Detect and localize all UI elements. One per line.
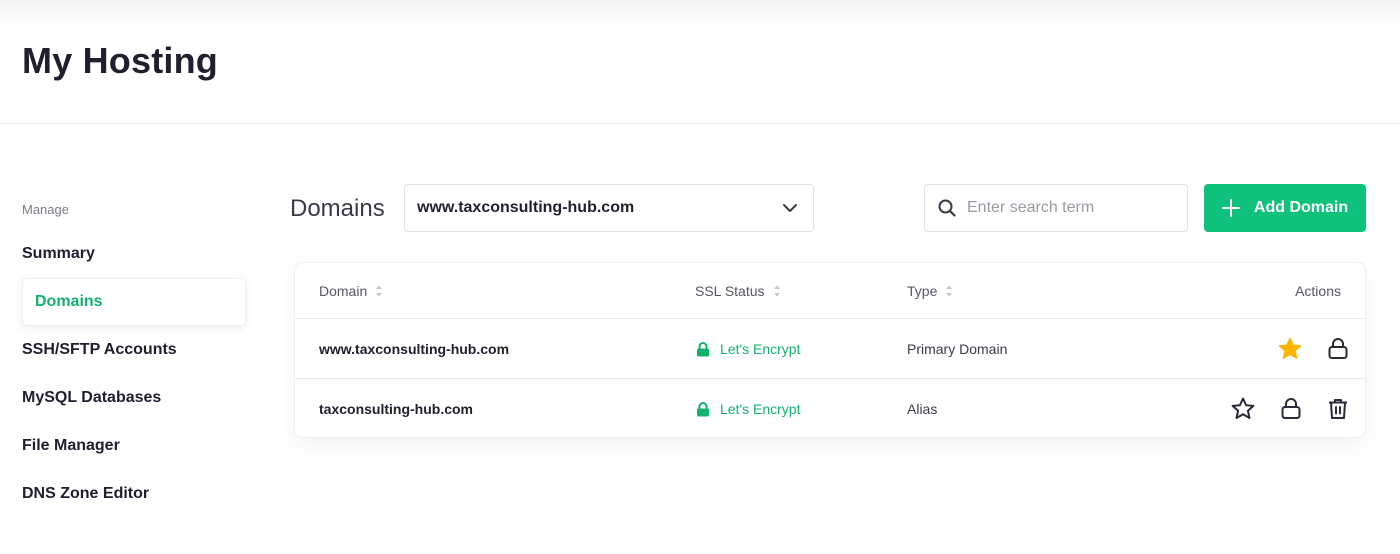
add-domain-label: Add Domain: [1253, 199, 1349, 216]
star-filled-icon[interactable]: [1277, 336, 1303, 362]
type-cell: Primary Domain: [907, 341, 1008, 357]
sidebar-item-summary[interactable]: Summary: [22, 230, 246, 278]
column-header-type[interactable]: Type: [907, 283, 953, 299]
sidebar-item-mysql-databases[interactable]: MySQL Databases: [22, 374, 246, 422]
type-cell: Alias: [907, 401, 938, 417]
sidebar-item-label: Domains: [35, 293, 103, 310]
add-domain-button[interactable]: Add Domain: [1204, 184, 1366, 232]
plus-icon: [1221, 199, 1240, 217]
sidebar-item-label: Summary: [22, 245, 95, 262]
column-label: Type: [907, 283, 938, 299]
column-header-domain[interactable]: Domain: [319, 283, 383, 299]
column-header-actions: Actions: [1295, 283, 1341, 299]
lock-icon[interactable]: [1278, 396, 1304, 422]
table-row: taxconsulting-hub.com Let's Encrypt Alia…: [295, 379, 1365, 439]
trash-icon[interactable]: [1325, 396, 1351, 422]
ssl-status-label: Let's Encrypt: [720, 341, 801, 357]
table-row: www.taxconsulting-hub.com Let's Encrypt …: [295, 319, 1365, 379]
table-header: Domain SSL Status Type Actions: [295, 263, 1365, 319]
sidebar-heading: Manage: [22, 202, 69, 217]
chevron-down-icon: [783, 204, 797, 212]
sort-icon: [376, 285, 383, 297]
sidebar-item-ssh-sftp-accounts[interactable]: SSH/SFTP Accounts: [22, 326, 246, 374]
ssl-status-cell: Let's Encrypt: [696, 401, 801, 417]
sort-icon: [946, 285, 953, 297]
domain-cell: taxconsulting-hub.com: [319, 401, 473, 417]
column-label: Actions: [1295, 283, 1341, 299]
lock-icon[interactable]: [1325, 336, 1351, 362]
column-label: Domain: [319, 283, 368, 299]
column-header-ssl-status[interactable]: SSL Status: [695, 283, 781, 299]
domain-select[interactable]: www.taxconsulting-hub.com: [404, 184, 814, 232]
sidebar-item-label: File Manager: [22, 437, 120, 454]
page-title: My Hosting: [22, 40, 218, 81]
lock-filled-icon: [697, 401, 709, 416]
page-header: My Hosting: [0, 0, 1400, 124]
column-label: SSL Status: [695, 283, 765, 299]
ssl-status-cell: Let's Encrypt: [696, 341, 801, 357]
search-input[interactable]: [967, 199, 1167, 217]
sidebar-item-dns-zone-editor[interactable]: DNS Zone Editor: [22, 470, 246, 518]
sidebar-item-file-manager[interactable]: File Manager: [22, 422, 246, 470]
ssl-status-label: Let's Encrypt: [720, 401, 801, 417]
search-icon: [938, 199, 956, 217]
domain-select-value: www.taxconsulting-hub.com: [417, 199, 635, 216]
sidebar-item-label: DNS Zone Editor: [22, 485, 150, 502]
lock-filled-icon: [697, 341, 709, 356]
sort-icon: [773, 285, 780, 297]
star-outline-icon[interactable]: [1230, 396, 1256, 422]
domain-cell: www.taxconsulting-hub.com: [319, 341, 510, 357]
sidebar-item-label: MySQL Databases: [22, 389, 162, 406]
sidebar-item-domains[interactable]: Domains: [22, 278, 246, 326]
sidebar-item-label: SSH/SFTP Accounts: [22, 341, 177, 358]
search-box[interactable]: [924, 184, 1188, 232]
section-label: Domains: [290, 195, 385, 222]
domains-table: Domain SSL Status Type Actions www.taxco…: [294, 262, 1366, 438]
